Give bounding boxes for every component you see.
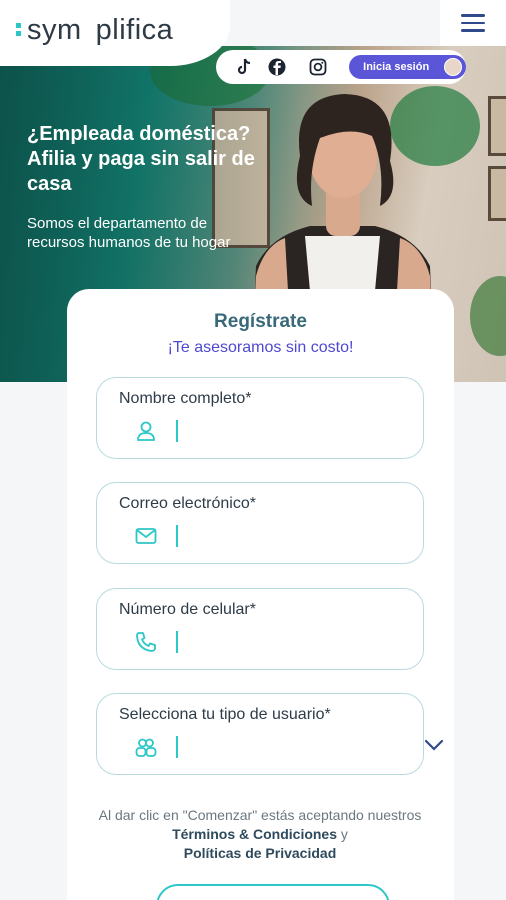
- field-label: Correo electrónico*: [119, 495, 256, 512]
- logo-text-left: sym: [27, 14, 82, 46]
- hero-title: ¿Empleada doméstica? Afilia y paga sin s…: [27, 123, 255, 195]
- social-bar: Inicia sesión: [216, 50, 466, 84]
- form-title: Regístrate: [214, 311, 307, 332]
- full-name-input[interactable]: [187, 418, 407, 444]
- logo-text-right: plifica: [95, 14, 174, 46]
- chevron-down-icon[interactable]: [424, 738, 444, 752]
- users-icon: [135, 738, 157, 757]
- phone-icon: [136, 632, 156, 652]
- hamburger-icon: [461, 14, 485, 17]
- field-label: Selecciona tu tipo de usuario*: [119, 706, 331, 723]
- full-name-field[interactable]: Nombre completo*: [96, 377, 424, 459]
- terms-link[interactable]: Términos & Condiciones: [172, 826, 337, 842]
- privacy-link[interactable]: Políticas de Privacidad: [184, 845, 337, 861]
- login-label: Inicia sesión: [363, 61, 430, 73]
- email-input[interactable]: [187, 523, 407, 549]
- field-label: Nombre completo*: [119, 390, 252, 407]
- user-type-select[interactable]: Selecciona tu tipo de usuario*: [96, 693, 424, 775]
- email-field[interactable]: Correo electrónico*: [96, 482, 424, 564]
- logo-mark-icon: [16, 21, 21, 39]
- form-subtitle: ¡Te asesoramos sin costo!: [167, 339, 354, 356]
- field-label: Número de celular*: [119, 601, 256, 618]
- logo[interactable]: sym plifica: [16, 14, 173, 47]
- phone-field[interactable]: Número de celular*: [96, 588, 424, 670]
- hero-subtitle: Somos el departamento de recursos humano…: [27, 215, 231, 251]
- logo-container: sym plifica: [0, 0, 230, 66]
- start-button[interactable]: [156, 884, 390, 900]
- tiktok-icon[interactable]: [234, 57, 253, 77]
- user-type-input[interactable]: [187, 734, 407, 760]
- facebook-icon[interactable]: [267, 57, 286, 77]
- phone-input[interactable]: [187, 629, 407, 655]
- login-button[interactable]: Inicia sesión: [349, 55, 466, 79]
- avatar: [444, 58, 462, 76]
- menu-button[interactable]: [440, 0, 506, 46]
- instagram-icon[interactable]: [308, 57, 327, 77]
- mail-icon: [135, 528, 157, 544]
- user-icon: [137, 421, 155, 441]
- terms-text: Al dar clic en "Comenzar" estás aceptand…: [98, 807, 422, 861]
